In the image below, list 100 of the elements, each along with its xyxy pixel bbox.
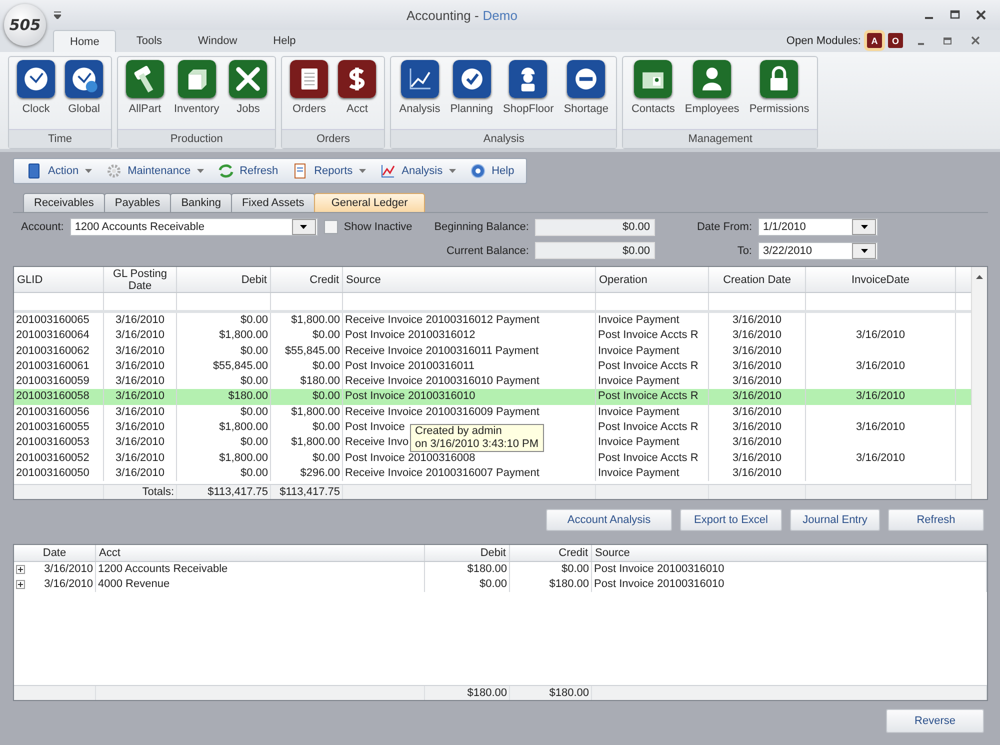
column-header[interactable]: Debit: [177, 267, 271, 292]
reverse-button[interactable]: Reverse: [886, 709, 984, 733]
table-cell: Invoice Payment: [598, 344, 680, 357]
column-header[interactable]: Credit: [510, 545, 592, 561]
column-header[interactable]: Source: [592, 545, 987, 561]
ribbon-button[interactable]: Acct: [334, 60, 380, 129]
table-cell: Post Invoice 20100316010: [594, 563, 724, 575]
ribbon-button[interactable]: ShopFloor: [499, 60, 558, 129]
table-cell: 3/16/2010: [44, 578, 93, 590]
quick-access-menu-icon[interactable]: [54, 11, 61, 19]
tab[interactable]: Receivables: [23, 193, 105, 212]
table-cell: 3/16/2010: [732, 360, 782, 372]
ribbon-button[interactable]: Orders: [286, 60, 332, 129]
expand-icon[interactable]: [16, 565, 25, 574]
toolbar-button[interactable]: Reports: [288, 163, 370, 179]
tab[interactable]: Banking: [170, 193, 232, 212]
column-header[interactable]: Acct: [96, 545, 425, 561]
group-label: Orders: [282, 129, 384, 148]
table-cell: $180.00: [467, 563, 507, 575]
ribbon-tab[interactable]: Help: [257, 30, 312, 52]
table-row[interactable]: 201003160064 3/16/2010 $1,800.00 $0.00 Post Invoice 20100316012 Post Invoice Accts R 3/16/2010 3/16/2010: [14, 328, 971, 344]
ribbon-button[interactable]: Inventory: [170, 60, 224, 129]
ribbon-tab[interactable]: Window: [182, 30, 254, 52]
table-cell: 3/16/2010: [732, 436, 782, 448]
account-dropdown[interactable]: 1200 Accounts Receivable: [70, 218, 318, 236]
ribbon-button[interactable]: Employees: [680, 60, 744, 129]
scrollbar[interactable]: [971, 267, 987, 499]
table-row[interactable]: 201003160056 3/16/2010 $0.00 $1,800.00 Receive Invoice 20100316009 Payment Invoice Payment 3/16/2010: [14, 404, 971, 420]
toolbar-button[interactable]: Refresh: [214, 163, 282, 179]
module-button[interactable]: O: [888, 33, 903, 48]
window-title: Accounting -: [406, 8, 479, 22]
checkbox[interactable]: [324, 220, 338, 234]
tab[interactable]: General Ledger: [314, 193, 425, 212]
column-header[interactable]: Credit: [271, 267, 343, 292]
dropdown-arrow-icon[interactable]: [84, 169, 92, 173]
ribbon-button[interactable]: Analysis: [395, 60, 444, 129]
ribbon-button[interactable]: Clock: [13, 60, 59, 129]
total-value: $180.00: [467, 687, 507, 699]
toolbar-button[interactable]: Maintenance: [102, 163, 208, 179]
table-cell: Receive Invoice 20100316007 Payment: [345, 466, 540, 479]
dropdown-arrow-icon[interactable]: [196, 169, 204, 173]
date-picker[interactable]: 1/1/2010: [758, 218, 878, 236]
ribbon-tab[interactable]: Home: [53, 30, 116, 52]
table-cell: $1,800.00: [291, 436, 340, 448]
ribbon-button[interactable]: Contacts: [627, 60, 679, 129]
dropdown-arrow-icon: [300, 225, 308, 230]
column-header[interactable]: Creation Date: [709, 267, 806, 292]
toolbar-button[interactable]: Analysis: [376, 163, 460, 179]
table-row[interactable]: 201003160050 3/16/2010 $0.00 $296.00 Receive Invoice 20100316007 Payment Invoice Payment 3/16/2010: [14, 466, 971, 482]
column-header[interactable]: Date: [14, 545, 96, 561]
ribbon-button[interactable]: Planning: [446, 60, 498, 129]
tab[interactable]: Payables: [104, 193, 172, 212]
table-cell: $0.00: [479, 578, 507, 590]
ribbon-button[interactable]: Jobs: [225, 60, 272, 129]
table-cell: 201003160064: [16, 329, 90, 342]
table-cell: $1,800.00: [219, 421, 268, 434]
toolbar-button[interactable]: Help: [466, 163, 518, 179]
table-cell: $55,845.00: [284, 344, 340, 357]
table-cell: 3/16/2010: [116, 452, 164, 464]
column-header[interactable]: Operation: [596, 267, 709, 292]
maximize-icon[interactable]: [950, 10, 960, 20]
app-logo[interactable]: 505: [4, 4, 46, 46]
ribbon-button[interactable]: Global: [61, 60, 107, 129]
module-button[interactable]: A: [867, 33, 882, 48]
tab[interactable]: Fixed Assets: [230, 193, 316, 212]
table-cell: Post Invoice Accts R: [598, 329, 698, 342]
column-header[interactable]: Source: [343, 267, 596, 292]
group-label: Time: [9, 129, 111, 148]
export-button[interactable]: Export to Excel: [680, 509, 782, 531]
column-header[interactable]: InvoiceDate: [806, 267, 956, 292]
table-cell: Post Invoice: [345, 421, 405, 434]
field-label: Beginning Balance:: [433, 221, 529, 234]
tooltip: Created by admin on 3/16/2010 3:43:10 PM: [410, 424, 544, 452]
table-row[interactable]: 201003160061 3/16/2010 $55,845.00 $0.00 Post Invoice 20100316011 Post Invoice Accts R 3/16/2010 3/16/2010: [14, 358, 971, 374]
close-icon[interactable]: [976, 10, 986, 20]
table-row[interactable]: 201003160058 3/16/2010 $180.00 $0.00 Post Invoice 20100316010 Post Invoice Accts R 3/16/2010 3/16/2010: [14, 389, 971, 405]
ribbon-button[interactable]: Permissions: [745, 60, 814, 129]
close-icon[interactable]: [971, 36, 980, 45]
restore-icon[interactable]: [943, 36, 953, 45]
refresh-button[interactable]: Refresh: [888, 509, 984, 531]
date-picker[interactable]: 3/22/2010: [758, 242, 878, 260]
column-header[interactable]: Debit: [425, 545, 510, 561]
column-header[interactable]: GL Posting Date: [104, 267, 177, 292]
dropdown-arrow-icon[interactable]: [358, 169, 366, 173]
ribbon-tab[interactable]: Tools: [120, 30, 178, 52]
toolbar-button[interactable]: Action: [22, 163, 96, 179]
table-cell: 3/16/2010: [732, 452, 782, 464]
ribbon-button[interactable]: Shortage: [560, 60, 612, 129]
table-cell: $1,800.00: [291, 406, 340, 418]
ribbon-button[interactable]: AllPart: [122, 60, 168, 129]
table-row[interactable]: 201003160065 3/16/2010 $0.00 $1,800.00 Receive Invoice 20100316012 Payment Invoice Payment 3/16/2010: [14, 313, 971, 328]
column-header[interactable]: GLID: [14, 267, 104, 292]
dropdown-arrow-icon[interactable]: [448, 169, 456, 173]
table-cell: 3/16/2010: [732, 466, 782, 479]
journal-entry-button[interactable]: Journal Entry: [790, 509, 880, 531]
table-row[interactable]: 201003160062 3/16/2010 $0.00 $55,845.00 Receive Invoice 20100316011 Payment Invoice Payment 3/16/2010: [14, 344, 971, 359]
expand-icon[interactable]: [16, 580, 25, 589]
account-analysis-button[interactable]: Account Analysis: [546, 509, 672, 531]
table-cell: Receive Invoice 20100316011 Payment: [345, 344, 539, 357]
table-cell: Invoice Payment: [598, 406, 680, 418]
